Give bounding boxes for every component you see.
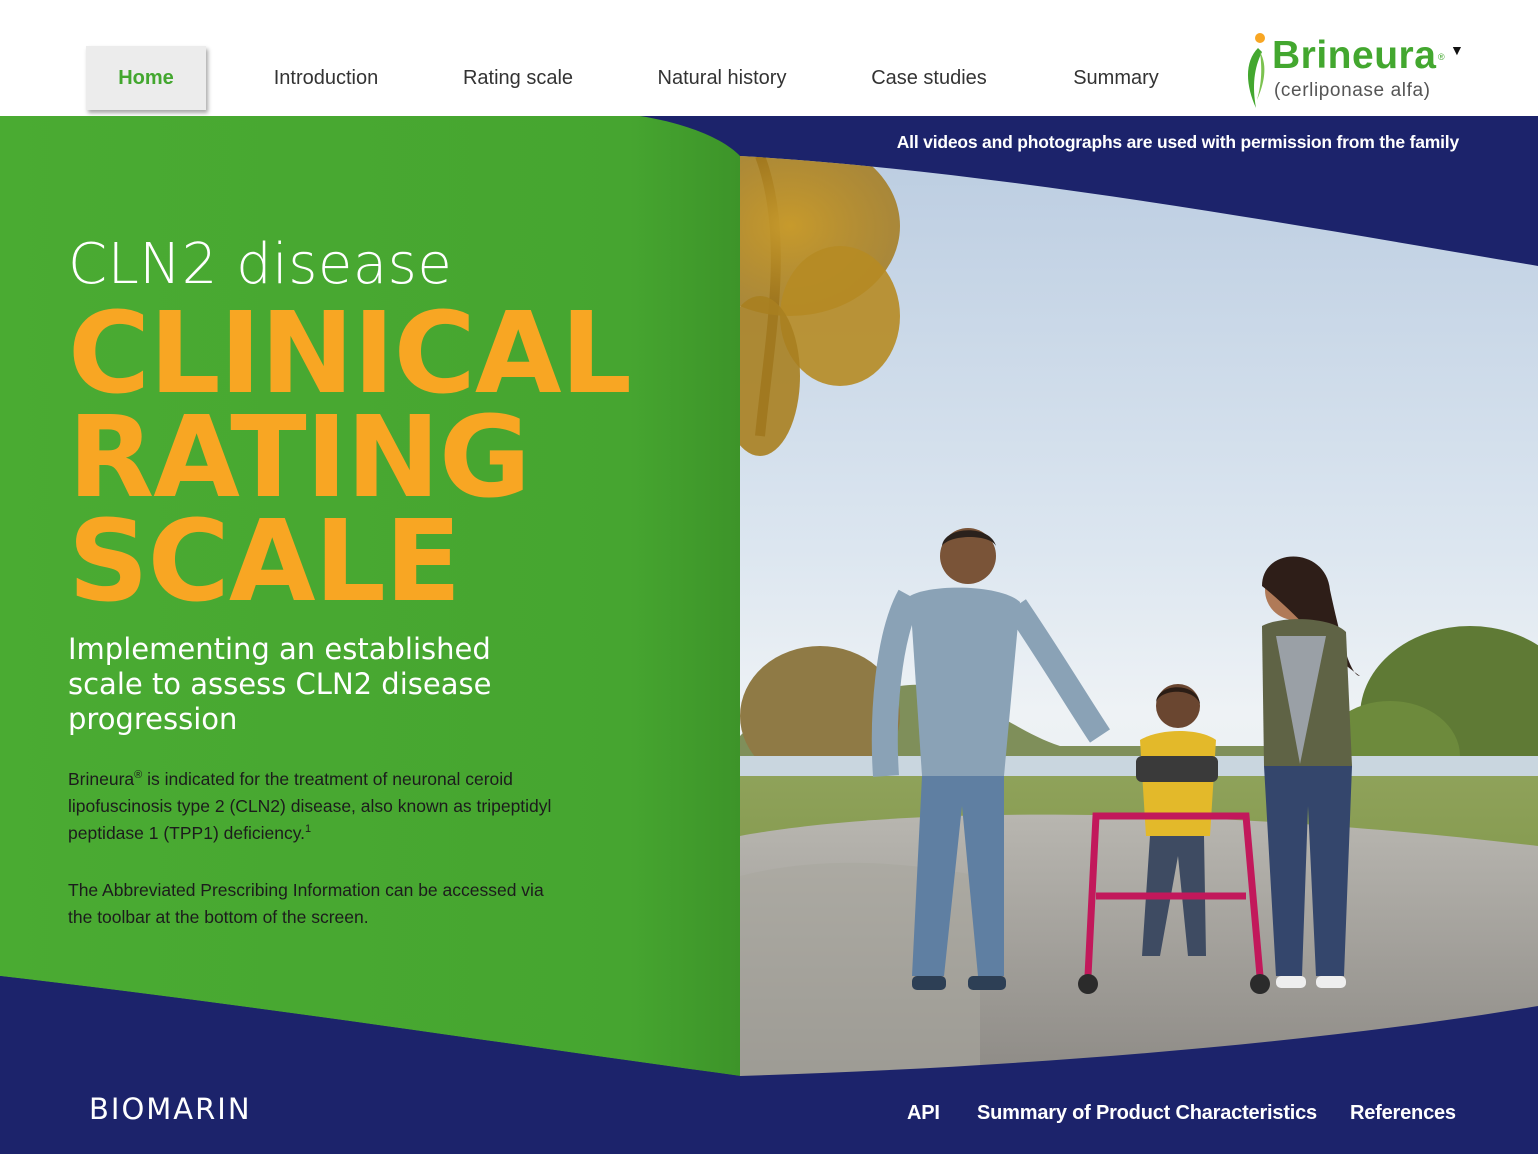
footer-toolbar: BIOMARIN API Summary of Product Characte… bbox=[0, 1076, 1538, 1154]
nav-home[interactable]: Home bbox=[86, 46, 206, 110]
brand-name: Brineura bbox=[68, 769, 135, 789]
footer-link-smpc[interactable]: Summary of Product Characteristics bbox=[977, 1102, 1317, 1125]
logo-name: Brineura bbox=[1272, 34, 1437, 77]
headline-line: SCALE bbox=[68, 497, 461, 627]
hero-title: CLN2 disease bbox=[68, 232, 453, 297]
logo-subtitle: (cerliponase alfa) bbox=[1274, 80, 1431, 101]
footer-link-references[interactable]: References bbox=[1350, 1102, 1456, 1125]
brineura-logo[interactable]: Brineura ® (cerliponase alfa) ▼ bbox=[1242, 28, 1472, 110]
api-note-paragraph: The Abbreviated Prescribing Information … bbox=[68, 880, 544, 927]
headline-line: RATING bbox=[68, 393, 531, 523]
nav-case-studies[interactable]: Case studies bbox=[854, 46, 1004, 110]
hero-body-text: Brineura® is indicated for the treatment… bbox=[68, 766, 558, 961]
nav-introduction[interactable]: Introduction bbox=[256, 46, 396, 110]
footer-link-api[interactable]: API bbox=[907, 1102, 940, 1125]
reference-marker: 1 bbox=[305, 823, 312, 836]
nav-summary[interactable]: Summary bbox=[1054, 46, 1178, 110]
logo-registered-mark: ® bbox=[1438, 52, 1445, 62]
leaf-figure-icon bbox=[1248, 33, 1265, 108]
biomarin-logo: BIOMARIN bbox=[89, 1092, 252, 1126]
nav-natural-history[interactable]: Natural history bbox=[640, 46, 804, 110]
nav-rating-scale[interactable]: Rating scale bbox=[446, 46, 590, 110]
indication-paragraph: Brineura® is indicated for the treatment… bbox=[68, 766, 558, 847]
family-photo bbox=[740, 156, 1538, 1076]
hero-headline: CLINICAL RATING SCALE bbox=[68, 289, 632, 627]
caret-down-icon[interactable]: ▼ bbox=[1450, 42, 1464, 58]
hero-section: All videos and photographs are used with… bbox=[0, 116, 1538, 1076]
headline-line: CLINICAL bbox=[68, 289, 632, 419]
top-navigation: Home Introduction Rating scale Natural h… bbox=[0, 0, 1538, 116]
hero-subtitle: Implementing an established scale to ass… bbox=[68, 632, 492, 736]
permission-note: All videos and photographs are used with… bbox=[896, 132, 1459, 152]
